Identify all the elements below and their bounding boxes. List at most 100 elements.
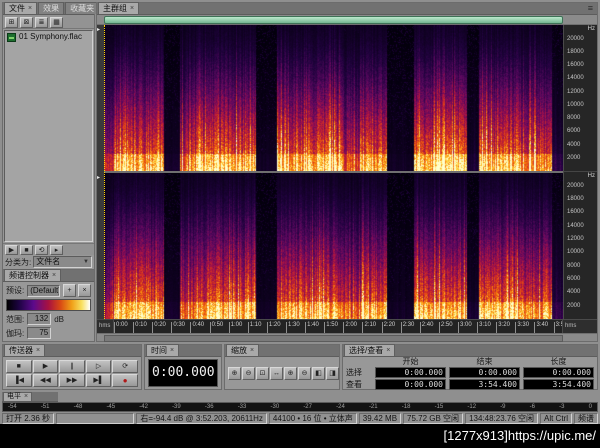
close-icon[interactable]: × [36,346,40,355]
range-unit: dB [54,314,65,324]
tab-zoom[interactable]: 缩放 × [226,344,260,356]
freq-tick-label: 8000 [567,262,581,269]
go-to-beginning-button[interactable]: ▐◀ [6,373,32,387]
time-tick-label: 2:40 [419,322,433,333]
zoom-full-button[interactable]: ⊡ [256,366,269,380]
view-start-field[interactable]: 0:00.000 [375,379,446,390]
preset-select[interactable]: (Default) ▼ [27,284,60,297]
close-icon[interactable]: × [386,346,390,355]
play-from-cursor-button[interactable]: ▷ [85,359,112,373]
spectrogram-left-channel[interactable] [104,25,563,171]
tab-transport[interactable]: 传送器 × [4,344,46,356]
zoom-right-edge-button[interactable]: ◨ [326,366,339,380]
tab-effects[interactable]: 效果 [38,2,65,14]
play-looped-button[interactable]: ⟳ [112,359,138,373]
freq-tick-label: 18000 [567,48,584,55]
row-label-selection: 选择 [346,368,362,377]
freq-tick-label: 6000 [567,276,581,282]
freq-tick-label: 18000 [567,196,584,202]
file-list[interactable]: 01 Symphony.flac [4,30,93,242]
close-icon[interactable]: × [130,4,134,13]
zoom-out-vertical-button[interactable]: ⊖ [298,366,311,380]
playhead-cursor[interactable] [104,25,105,319]
status-spacer [56,413,135,424]
time-ruler-ticks[interactable]: 0:00 0:10 0:20 0:30 0:40 0:50 1:00 1:10 1:20 1:30… [113,320,562,333]
selection-start-field[interactable]: 0:00.000 [375,367,446,378]
import-file-button[interactable]: ⊞ [5,17,18,28]
level-meter[interactable]: -54 -51 -48 -45 -42 -39 -36 -33 -30 -27 -24 -21 -18-… [2,402,598,412]
sort-select[interactable]: 文件名 ▼ [33,256,92,268]
spectral-controls-panel: 频谱控制器 × 预设: (Default) ▼ +× 范围: 132 [3,269,94,341]
preview-stop-button[interactable]: ■ [20,245,33,255]
tab-levels-label: 电平 [7,393,21,400]
gamma-field[interactable]: 75 [27,327,52,339]
pause-button[interactable]: ∥ [59,359,85,373]
close-icon[interactable]: × [28,4,32,13]
insert-into-cd-button[interactable]: ▦ [50,17,63,28]
zoom-left-edge-button[interactable]: ◧ [312,366,325,380]
time-tick-label: 3:50 [553,322,562,333]
selection-end-field[interactable]: 0:00.000 [449,367,520,378]
close-icon[interactable]: × [250,346,254,355]
frequency-ruler[interactable]: Hz 20000 18000 16000 14000 12000 10000 8000 600… [563,25,597,319]
meter-scale-label: -45 [106,404,116,410]
tab-effects-label: 效果 [43,4,60,13]
panel-menu-icon[interactable]: ≡ [585,3,596,14]
selection-view-panel: 选择/查看 × 开始 结束 长度 选择 0:00.000 0:00.000 0:… [342,344,598,390]
close-file-button[interactable]: ⊠ [20,17,33,28]
tab-spectral-controls[interactable]: 频谱控制器 × [4,269,62,281]
zoom-out-horizontal-button[interactable]: ⊖ [242,366,255,380]
zoom-in-vertical-button[interactable]: ⊕ [284,366,297,380]
delete-preset-button[interactable]: × [78,284,91,297]
freq-tick-label: 12000 [567,236,584,242]
horizontal-scrollbar-handle[interactable] [104,335,563,342]
tab-favorites[interactable]: 收藏夹 [65,2,100,14]
time-ruler[interactable]: hms 0:00 0:10 0:20 0:30 0:40 0:50 1:00 1:10 1:20… [97,319,597,333]
go-to-end-button[interactable]: ▶▌ [85,373,112,387]
fast-forward-button[interactable]: ▶▶ [59,373,85,387]
time-tick-label: 0:30 [171,322,185,333]
view-end-field[interactable]: 3:54.400 [449,379,520,390]
spectrogram-display[interactable] [104,25,563,319]
tab-files[interactable]: 文件 × [4,2,38,14]
channel-marker-icon: ▸ [97,175,101,181]
spectral-gradient-editor[interactable] [6,299,91,311]
transport-panel: 传送器 × ■ ▶ ∥ ▷ ⟳ ▐◀ ◀◀ ▶▶ ▶▌ ● [2,344,142,390]
time-display[interactable]: 0:00.000 [148,359,218,387]
time-tick-label: 1:40 [305,322,319,333]
stop-button[interactable]: ■ [6,359,32,373]
list-item[interactable]: 01 Symphony.flac [5,31,92,43]
preset-buttons: + × [63,284,91,297]
time-tick-label: 3:30 [515,322,529,333]
freq-tick-label: 14000 [567,75,584,82]
range-field[interactable]: 132 [27,313,52,325]
record-button[interactable]: ● [112,373,138,387]
play-button[interactable]: ▶ [32,359,59,373]
save-preset-button[interactable]: + [63,284,76,297]
close-icon[interactable]: × [52,271,56,280]
meter-scale-label: 0 [588,404,592,410]
view-length-field[interactable]: 3:54.400 [523,379,594,390]
meter-scale-label: -12 [467,404,477,410]
preview-loop-button[interactable]: ⟲ [35,245,48,255]
zoom-panel: 缩放 × ⊕ ⊖ ⊡ ↔ ⊕ ⊖ ◧ ◨ [224,344,340,390]
tab-spectral-controls-label: 频谱控制器 [9,271,49,280]
zoom-in-horizontal-button[interactable]: ⊕ [228,366,241,380]
tab-selection-view[interactable]: 选择/查看 × [344,344,396,356]
meter-scale-label: -33 [237,404,247,410]
spectrogram-right-channel[interactable] [104,173,563,319]
close-icon[interactable]: × [170,346,174,355]
close-icon[interactable]: × [24,393,28,401]
horizontal-overview-scrollbar[interactable] [104,15,563,24]
preview-play-button[interactable]: ▶ [5,245,18,255]
main-group-panel: 主群组 × ≡ ▸ ▸ Hz 20000 18000 16000 14000 1… [96,2,598,342]
selection-length-field[interactable]: 0:00.000 [523,367,594,378]
horizontal-scrollbar-track[interactable] [97,333,597,342]
preview-autoplay-button[interactable]: ▸ [50,245,63,255]
insert-into-multitrack-button[interactable]: ≣ [35,17,48,28]
tab-time[interactable]: 时间 × [146,344,180,356]
tab-main-group[interactable]: 主群组 × [98,2,140,14]
zoom-to-selection-button[interactable]: ↔ [270,366,283,380]
rewind-button[interactable]: ◀◀ [32,373,59,387]
tab-levels[interactable]: 电平 × [3,392,33,401]
